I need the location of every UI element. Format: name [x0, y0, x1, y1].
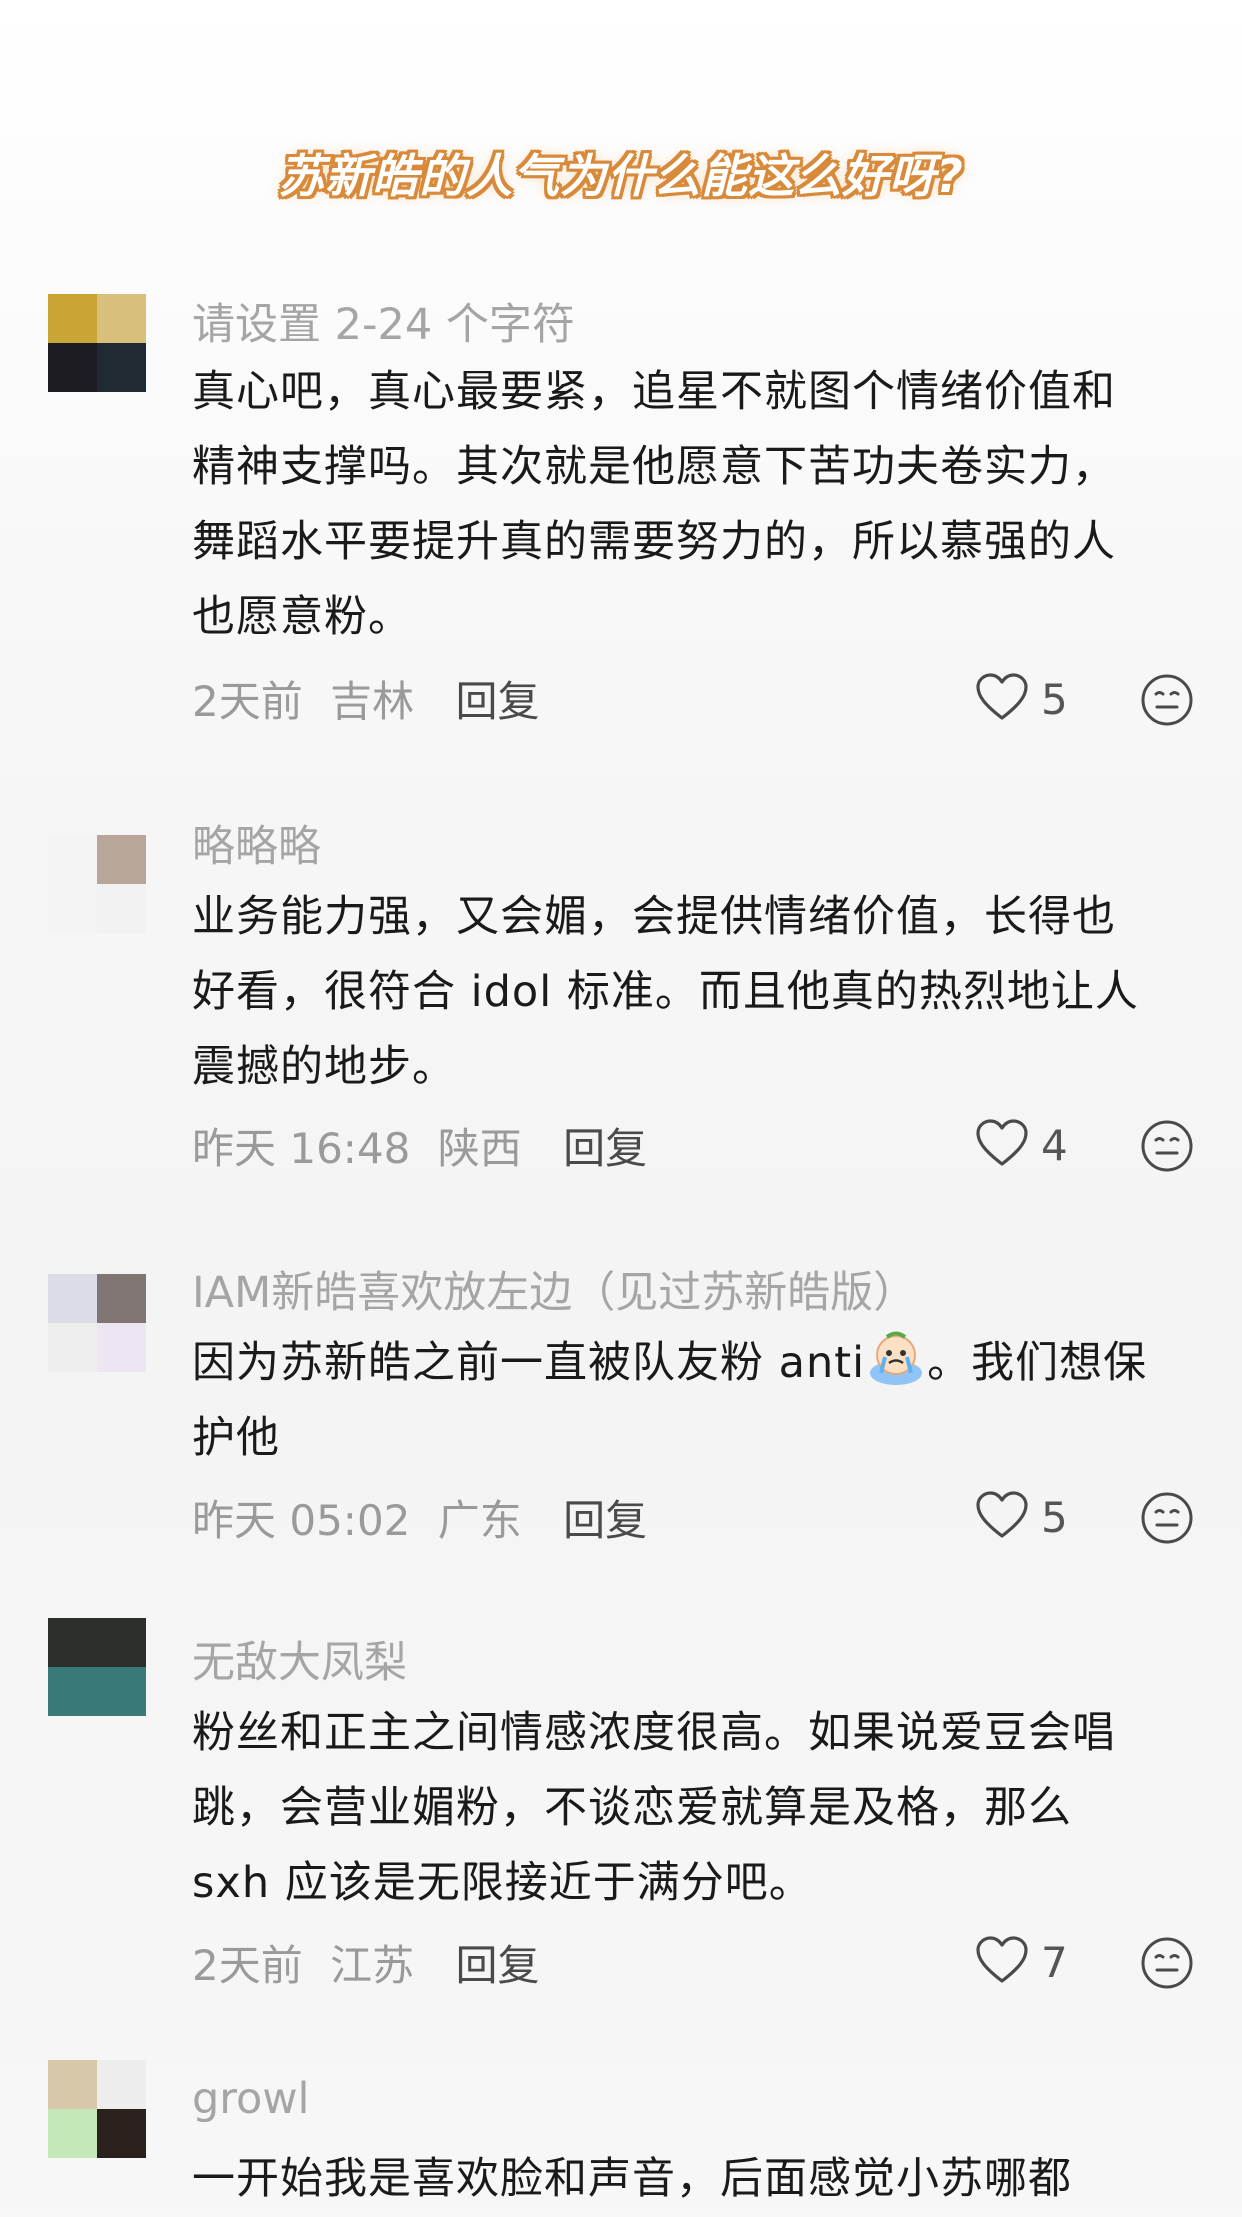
timestamp: 2天前	[192, 1941, 303, 1990]
avatar-tile	[48, 2109, 97, 2158]
avatar-tile	[48, 1618, 97, 1667]
avatar-tile	[97, 835, 146, 884]
timestamp: 2天前	[192, 677, 303, 726]
avatar-tile	[48, 294, 97, 343]
comment-meta: 昨天 16:48 陕西 回复	[192, 1115, 647, 1176]
timestamp: 昨天 16:48	[192, 1124, 411, 1173]
avatar[interactable]	[48, 294, 146, 392]
comment-line: 也愿意粉。	[192, 592, 412, 642]
avatar[interactable]	[48, 1618, 146, 1716]
avatar-tile	[48, 1274, 97, 1323]
like-button[interactable]: 7	[975, 1935, 1068, 1989]
comment-line: 好看，很符合 idol 标准。而且他真的热烈地让人	[192, 967, 1139, 1017]
reply-button[interactable]: 回复	[455, 677, 539, 726]
avatar-tile	[48, 835, 97, 884]
like-button[interactable]: 5	[975, 672, 1068, 726]
comment-text: 因为苏新皓之前一直被队友粉 anti 。我们想保 护他	[192, 1326, 1202, 1476]
avatar-tile	[97, 884, 146, 933]
username[interactable]: IAM新皓喜欢放左边（见过苏新皓版）	[192, 1258, 916, 1320]
smiley-face-icon[interactable]	[1140, 673, 1194, 727]
username[interactable]: 略略略	[192, 812, 321, 874]
avatar-tile	[48, 884, 97, 933]
comment-meta: 昨天 05:02 广东 回复	[192, 1487, 647, 1548]
avatar-tile	[48, 343, 97, 392]
comment-text: 真心吧，真心最要紧，追星不就图个情绪价值和 精神支撑吗。其次就是他愿意下苦功夫卷…	[192, 355, 1202, 655]
like-button[interactable]: 4	[975, 1118, 1068, 1172]
avatar[interactable]	[48, 1274, 146, 1372]
comment-line: 粉丝和正主之间情感浓度很高。如果说爱豆会唱	[192, 1708, 1116, 1758]
smiley-face-icon[interactable]	[1140, 1936, 1194, 1990]
comment-line: 舞蹈水平要提升真的需要努力的，所以慕强的人	[192, 517, 1116, 567]
avatar-tile	[97, 1274, 146, 1323]
comment-line: 因为苏新皓之前一直被队友粉 anti 。我们想保	[192, 1326, 1202, 1401]
reply-button[interactable]: 回复	[563, 1124, 647, 1173]
like-count: 4	[1041, 1120, 1068, 1170]
heart-outline-icon	[975, 1118, 1029, 1172]
page-title: 苏新皓的人气为什么能这么好呀?	[278, 149, 964, 203]
like-count: 7	[1041, 1937, 1068, 1987]
comment-line: 震撼的地步。	[192, 1042, 456, 1092]
avatar-tile	[97, 2109, 146, 2158]
comment-line: sxh 应该是无限接近于满分吧。	[192, 1858, 813, 1908]
timestamp: 昨天 05:02	[192, 1496, 411, 1545]
comment-text-segment: 。我们想保	[927, 1338, 1148, 1388]
avatar-tile	[48, 1323, 97, 1372]
comment-line: 一开始我是喜欢脸和声音，后面感觉小苏哪都	[192, 2154, 1072, 2204]
avatar-tile	[97, 1618, 146, 1667]
comment-text: 粉丝和正主之间情感浓度很高。如果说爱豆会唱 跳，会营业媚粉，不谈恋爱就算是及格，…	[192, 1696, 1202, 1921]
avatar-tile	[97, 294, 146, 343]
heart-outline-icon	[975, 672, 1029, 726]
comment-meta: 2天前 江苏 回复	[192, 1932, 539, 1993]
location: 陕西	[437, 1124, 522, 1173]
avatar[interactable]	[48, 2060, 146, 2158]
smiley-face-icon[interactable]	[1140, 1491, 1194, 1545]
avatar[interactable]	[48, 835, 146, 933]
location: 吉林	[330, 677, 415, 726]
avatar-tile	[97, 1323, 146, 1372]
avatar-tile	[48, 2060, 97, 2109]
comment-text: 业务能力强，又会媚，会提供情绪价值，长得也 好看，很符合 idol 标准。而且他…	[192, 880, 1202, 1105]
avatar-tile	[97, 2060, 146, 2109]
username[interactable]: 无敌大凤梨	[192, 1628, 407, 1690]
like-button[interactable]: 5	[975, 1490, 1068, 1544]
username[interactable]: 请设置 2-24 个字符	[192, 290, 575, 352]
crying-emoji-icon	[867, 1329, 925, 1387]
comment-text: 一开始我是喜欢脸和声音，后面感觉小苏哪都	[192, 2142, 1202, 2217]
location: 广东	[437, 1496, 522, 1545]
comment-line: 护他	[192, 1413, 280, 1463]
comment-line: 跳，会营业媚粉，不谈恋爱就算是及格，那么	[192, 1783, 1072, 1833]
username[interactable]: growl	[192, 2074, 309, 2124]
reply-button[interactable]: 回复	[455, 1941, 539, 1990]
comment-line: 真心吧，真心最要紧，追星不就图个情绪价值和	[192, 367, 1116, 417]
like-count: 5	[1041, 1492, 1068, 1542]
comment-line: 精神支撑吗。其次就是他愿意下苦功夫卷实力，	[192, 442, 1116, 492]
smiley-face-icon[interactable]	[1140, 1119, 1194, 1173]
comment-meta: 2天前 吉林 回复	[192, 668, 539, 729]
location: 江苏	[330, 1941, 415, 1990]
heart-outline-icon	[975, 1935, 1029, 1989]
like-count: 5	[1041, 674, 1068, 724]
comment-text-segment: 因为苏新皓之前一直被队友粉 anti	[192, 1338, 866, 1388]
avatar-tile	[48, 1667, 97, 1716]
reply-button[interactable]: 回复	[563, 1496, 647, 1545]
avatar-tile	[97, 1667, 146, 1716]
avatar-tile	[97, 343, 146, 392]
heart-outline-icon	[975, 1490, 1029, 1544]
comment-line: 业务能力强，又会媚，会提供情绪价值，长得也	[192, 892, 1116, 942]
